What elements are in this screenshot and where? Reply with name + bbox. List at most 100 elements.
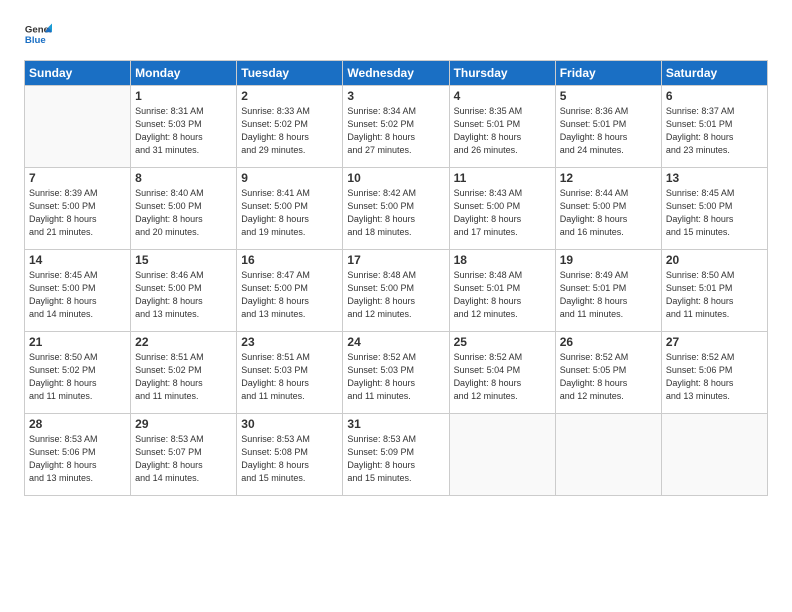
- calendar-header-wednesday: Wednesday: [343, 61, 449, 86]
- calendar-header-tuesday: Tuesday: [237, 61, 343, 86]
- calendar-empty-cell: [555, 414, 661, 496]
- calendar-day-6: 6 Sunrise: 8:37 AM Sunset: 5:01 PM Daylig…: [661, 86, 767, 168]
- calendar-week-row: 14 Sunrise: 8:45 AM Sunset: 5:00 PM Dayli…: [25, 250, 768, 332]
- logo: General Blue: [24, 20, 56, 48]
- day-info: Sunrise: 8:46 AM Sunset: 5:00 PM Dayligh…: [135, 269, 232, 321]
- day-info: Sunrise: 8:44 AM Sunset: 5:00 PM Dayligh…: [560, 187, 657, 239]
- calendar-header-thursday: Thursday: [449, 61, 555, 86]
- day-number: 24: [347, 335, 444, 349]
- day-info: Sunrise: 8:53 AM Sunset: 5:08 PM Dayligh…: [241, 433, 338, 485]
- day-number: 13: [666, 171, 763, 185]
- day-info: Sunrise: 8:53 AM Sunset: 5:07 PM Dayligh…: [135, 433, 232, 485]
- calendar-day-5: 5 Sunrise: 8:36 AM Sunset: 5:01 PM Daylig…: [555, 86, 661, 168]
- calendar-day-2: 2 Sunrise: 8:33 AM Sunset: 5:02 PM Daylig…: [237, 86, 343, 168]
- logo-icon: General Blue: [24, 20, 52, 48]
- calendar-day-9: 9Sunrise: 8:41 AM Sunset: 5:00 PM Daylig…: [237, 168, 343, 250]
- header: General Blue: [24, 20, 768, 48]
- calendar-day-19: 19 Sunrise: 8:49 AM Sunset: 5:01 PM Dayli…: [555, 250, 661, 332]
- day-info: Sunrise: 8:42 AM Sunset: 5:00 PM Dayligh…: [347, 187, 444, 239]
- calendar-day-28: 28 Sunrise: 8:53 AM Sunset: 5:06 PM Dayli…: [25, 414, 131, 496]
- day-info: Sunrise: 8:52 AM Sunset: 5:04 PM Dayligh…: [454, 351, 551, 403]
- calendar-day-16: 16 Sunrise: 8:47 AM Sunset: 5:00 PM Dayli…: [237, 250, 343, 332]
- day-info: Sunrise: 8:45 AM Sunset: 5:00 PM Dayligh…: [29, 269, 126, 321]
- day-number: 31: [347, 417, 444, 431]
- calendar-empty-cell: [449, 414, 555, 496]
- day-number: 30: [241, 417, 338, 431]
- calendar-day-23: 23 Sunrise: 8:51 AM Sunset: 5:03 PM Dayli…: [237, 332, 343, 414]
- day-number: 4: [454, 89, 551, 103]
- day-number: 16: [241, 253, 338, 267]
- day-number: 12: [560, 171, 657, 185]
- day-info: Sunrise: 8:39 AM Sunset: 5:00 PM Dayligh…: [29, 187, 126, 239]
- day-info: Sunrise: 8:53 AM Sunset: 5:09 PM Dayligh…: [347, 433, 444, 485]
- calendar-table: SundayMondayTuesdayWednesdayThursdayFrid…: [24, 60, 768, 496]
- calendar-day-17: 17Sunrise: 8:48 AM Sunset: 5:00 PM Dayli…: [343, 250, 449, 332]
- calendar-header-row: SundayMondayTuesdayWednesdayThursdayFrid…: [25, 61, 768, 86]
- day-number: 9: [241, 171, 338, 185]
- day-info: Sunrise: 8:51 AM Sunset: 5:02 PM Dayligh…: [135, 351, 232, 403]
- day-info: Sunrise: 8:36 AM Sunset: 5:01 PM Dayligh…: [560, 105, 657, 157]
- calendar-day-24: 24 Sunrise: 8:52 AM Sunset: 5:03 PM Dayli…: [343, 332, 449, 414]
- day-number: 28: [29, 417, 126, 431]
- day-number: 14: [29, 253, 126, 267]
- day-number: 5: [560, 89, 657, 103]
- calendar-day-10: 10 Sunrise: 8:42 AM Sunset: 5:00 PM Dayli…: [343, 168, 449, 250]
- calendar-day-22: 22 Sunrise: 8:51 AM Sunset: 5:02 PM Dayli…: [131, 332, 237, 414]
- day-number: 22: [135, 335, 232, 349]
- calendar-day-7: 7 Sunrise: 8:39 AM Sunset: 5:00 PM Daylig…: [25, 168, 131, 250]
- calendar-day-14: 14 Sunrise: 8:45 AM Sunset: 5:00 PM Dayli…: [25, 250, 131, 332]
- day-number: 27: [666, 335, 763, 349]
- calendar-day-18: 18Sunrise: 8:48 AM Sunset: 5:01 PM Dayli…: [449, 250, 555, 332]
- calendar-day-12: 12 Sunrise: 8:44 AM Sunset: 5:00 PM Dayli…: [555, 168, 661, 250]
- calendar-day-3: 3 Sunrise: 8:34 AM Sunset: 5:02 PM Daylig…: [343, 86, 449, 168]
- svg-text:Blue: Blue: [25, 35, 46, 46]
- day-number: 11: [454, 171, 551, 185]
- day-info: Sunrise: 8:52 AM Sunset: 5:06 PM Dayligh…: [666, 351, 763, 403]
- calendar-week-row: 28 Sunrise: 8:53 AM Sunset: 5:06 PM Dayli…: [25, 414, 768, 496]
- day-number: 3: [347, 89, 444, 103]
- calendar-day-1: 1 Sunrise: 8:31 AM Sunset: 5:03 PM Daylig…: [131, 86, 237, 168]
- calendar-week-row: 1 Sunrise: 8:31 AM Sunset: 5:03 PM Daylig…: [25, 86, 768, 168]
- page: General Blue SundayMondayTuesdayWednesda…: [0, 0, 792, 612]
- day-number: 25: [454, 335, 551, 349]
- day-number: 10: [347, 171, 444, 185]
- calendar-day-13: 13 Sunrise: 8:45 AM Sunset: 5:00 PM Dayli…: [661, 168, 767, 250]
- day-number: 20: [666, 253, 763, 267]
- calendar-day-26: 26 Sunrise: 8:52 AM Sunset: 5:05 PM Dayli…: [555, 332, 661, 414]
- day-info: Sunrise: 8:52 AM Sunset: 5:05 PM Dayligh…: [560, 351, 657, 403]
- calendar-week-row: 7 Sunrise: 8:39 AM Sunset: 5:00 PM Daylig…: [25, 168, 768, 250]
- day-number: 17: [347, 253, 444, 267]
- day-number: 26: [560, 335, 657, 349]
- day-info: Sunrise: 8:31 AM Sunset: 5:03 PM Dayligh…: [135, 105, 232, 157]
- calendar-header-monday: Monday: [131, 61, 237, 86]
- day-info: Sunrise: 8:34 AM Sunset: 5:02 PM Dayligh…: [347, 105, 444, 157]
- day-info: Sunrise: 8:45 AM Sunset: 5:00 PM Dayligh…: [666, 187, 763, 239]
- calendar-day-29: 29 Sunrise: 8:53 AM Sunset: 5:07 PM Dayli…: [131, 414, 237, 496]
- calendar-day-27: 27 Sunrise: 8:52 AM Sunset: 5:06 PM Dayli…: [661, 332, 767, 414]
- day-info: Sunrise: 8:48 AM Sunset: 5:01 PM Dayligh…: [454, 269, 551, 321]
- calendar-header-friday: Friday: [555, 61, 661, 86]
- calendar-day-31: 31 Sunrise: 8:53 AM Sunset: 5:09 PM Dayli…: [343, 414, 449, 496]
- day-info: Sunrise: 8:50 AM Sunset: 5:01 PM Dayligh…: [666, 269, 763, 321]
- calendar-week-row: 21Sunrise: 8:50 AM Sunset: 5:02 PM Dayli…: [25, 332, 768, 414]
- day-info: Sunrise: 8:43 AM Sunset: 5:00 PM Dayligh…: [454, 187, 551, 239]
- day-info: Sunrise: 8:33 AM Sunset: 5:02 PM Dayligh…: [241, 105, 338, 157]
- day-number: 29: [135, 417, 232, 431]
- day-number: 6: [666, 89, 763, 103]
- day-info: Sunrise: 8:52 AM Sunset: 5:03 PM Dayligh…: [347, 351, 444, 403]
- day-info: Sunrise: 8:47 AM Sunset: 5:00 PM Dayligh…: [241, 269, 338, 321]
- day-number: 2: [241, 89, 338, 103]
- calendar-day-4: 4Sunrise: 8:35 AM Sunset: 5:01 PM Daylig…: [449, 86, 555, 168]
- day-number: 7: [29, 171, 126, 185]
- day-info: Sunrise: 8:51 AM Sunset: 5:03 PM Dayligh…: [241, 351, 338, 403]
- day-number: 23: [241, 335, 338, 349]
- day-number: 1: [135, 89, 232, 103]
- day-info: Sunrise: 8:50 AM Sunset: 5:02 PM Dayligh…: [29, 351, 126, 403]
- day-number: 19: [560, 253, 657, 267]
- day-info: Sunrise: 8:53 AM Sunset: 5:06 PM Dayligh…: [29, 433, 126, 485]
- day-info: Sunrise: 8:49 AM Sunset: 5:01 PM Dayligh…: [560, 269, 657, 321]
- calendar-day-8: 8Sunrise: 8:40 AM Sunset: 5:00 PM Daylig…: [131, 168, 237, 250]
- day-info: Sunrise: 8:40 AM Sunset: 5:00 PM Dayligh…: [135, 187, 232, 239]
- calendar-header-sunday: Sunday: [25, 61, 131, 86]
- day-info: Sunrise: 8:37 AM Sunset: 5:01 PM Dayligh…: [666, 105, 763, 157]
